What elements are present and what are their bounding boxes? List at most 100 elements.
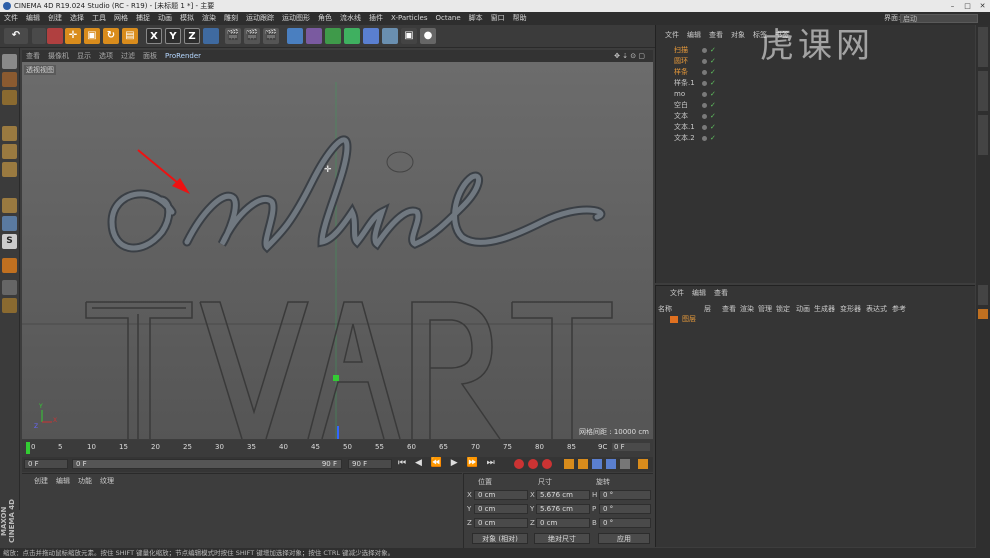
polygons-mode-icon[interactable] [2, 162, 17, 177]
object-name[interactable]: 样条.1 [674, 78, 695, 89]
tweak-mode-icon[interactable] [2, 216, 17, 231]
scale-tool-icon[interactable]: ▣ [84, 28, 100, 44]
keyframe-selection-icon[interactable] [542, 459, 552, 469]
tab-structure[interactable] [978, 115, 988, 155]
vp-menu-options[interactable]: 选项 [95, 50, 117, 62]
subdivision-icon[interactable] [325, 28, 341, 44]
autokey-icon[interactable] [528, 459, 538, 469]
vp-menu-cameras[interactable]: 摄像机 [44, 50, 73, 62]
rotate-tool-icon[interactable]: ↻ [103, 28, 119, 44]
transport-controls[interactable]: ⏮ ◀ ⏪ ▶ ⏩ ⏭ [398, 458, 498, 468]
menu-pipeline[interactable]: 流水线 [336, 12, 365, 25]
object-row[interactable]: mo ✓ [658, 89, 973, 100]
layout-select[interactable]: 启动 [900, 14, 978, 23]
enabled-check-icon[interactable]: ✓ [710, 113, 716, 120]
enabled-check-icon[interactable]: ✓ [710, 80, 716, 87]
menu-simulate[interactable]: 模拟 [176, 12, 198, 25]
z-axis-lock-button[interactable]: Z [184, 28, 200, 44]
key-rotation-icon[interactable] [592, 459, 602, 469]
key-parameter-icon[interactable] [606, 459, 616, 469]
render-view-icon[interactable]: 🎬 [225, 28, 241, 44]
key-pla-icon[interactable] [620, 459, 630, 469]
edges-mode-icon[interactable] [2, 144, 17, 159]
visibility-dot[interactable] [702, 103, 707, 108]
object-row[interactable]: 文本 ✓ [658, 111, 973, 122]
menu-mograph[interactable]: 运动图形 [278, 12, 314, 25]
menu-tools[interactable]: 工具 [88, 12, 110, 25]
make-editable-icon[interactable] [2, 54, 17, 69]
object-name[interactable]: 文本.2 [674, 133, 695, 144]
menu-create[interactable]: 创建 [44, 12, 66, 25]
obj-menu-objects[interactable]: 对象 [727, 25, 749, 45]
layers-icon[interactable] [2, 280, 17, 295]
size-x-field[interactable]: 5.676 cm [536, 490, 590, 500]
live-select-icon[interactable] [47, 28, 63, 44]
floor-icon[interactable] [382, 28, 398, 44]
rot-p-field[interactable]: 0 ° [599, 504, 651, 514]
pos-x-field[interactable]: 0 cm [474, 490, 528, 500]
apply-button[interactable]: 应用 [598, 533, 650, 544]
mat-menu-edit[interactable]: 编辑 [52, 474, 74, 488]
close-button[interactable]: ✕ [975, 0, 990, 12]
visibility-dot[interactable] [702, 81, 707, 86]
object-name[interactable]: 扫描 [674, 45, 688, 56]
object-name[interactable]: 样条 [674, 67, 688, 78]
menu-animate[interactable]: 动画 [154, 12, 176, 25]
pos-z-field[interactable]: 0 cm [474, 518, 528, 528]
coordinate-mode-select[interactable]: 对象 (相对) [472, 533, 528, 544]
snap-icon[interactable]: S [2, 234, 17, 249]
object-name[interactable]: 文本 [674, 111, 688, 122]
frame-range-slider[interactable]: 0 F 90 F [72, 459, 342, 469]
undo-button[interactable]: ↶ [4, 28, 28, 44]
menu-mesh[interactable]: 网格 [110, 12, 132, 25]
mat-menu-function[interactable]: 功能 [74, 474, 96, 488]
layer-menu-file[interactable]: 文件 [666, 286, 688, 300]
menu-xparticles[interactable]: X-Particles [387, 12, 431, 25]
y-axis-lock-button[interactable]: Y [165, 28, 181, 44]
obj-menu-edit[interactable]: 编辑 [683, 25, 705, 45]
enabled-check-icon[interactable]: ✓ [710, 102, 716, 109]
timeline-ruler[interactable]: 0 5 10 15 20 25 30 35 40 45 50 55 60 65 … [22, 440, 653, 457]
enabled-check-icon[interactable]: ✓ [710, 47, 716, 54]
object-name[interactable]: mo [674, 89, 685, 100]
object-row[interactable]: 空白 ✓ [658, 100, 973, 111]
menu-motion-tracking[interactable]: 运动跟踪 [242, 12, 278, 25]
object-row[interactable]: 文本.2 ✓ [658, 133, 973, 144]
layer-color-swatch[interactable] [670, 316, 678, 323]
object-name[interactable]: 圆环 [674, 56, 688, 67]
menu-edit[interactable]: 编辑 [22, 12, 44, 25]
redo-button[interactable] [32, 28, 46, 44]
enabled-check-icon[interactable]: ✓ [710, 58, 716, 65]
visibility-dot[interactable] [702, 48, 707, 53]
visibility-dot[interactable] [702, 70, 707, 75]
rot-h-field[interactable]: 0 ° [599, 490, 651, 500]
layer-name[interactable]: 图层 [682, 314, 696, 325]
layer-menu-edit[interactable]: 编辑 [688, 286, 710, 300]
tab-layers[interactable] [978, 309, 988, 319]
workplane-icon[interactable] [2, 90, 17, 105]
menu-sculpt[interactable]: 雕刻 [220, 12, 242, 25]
visibility-dot[interactable] [702, 59, 707, 64]
points-mode-icon[interactable] [2, 126, 17, 141]
minimize-button[interactable]: – [945, 0, 960, 12]
axis-mode-icon[interactable] [2, 198, 17, 213]
obj-menu-file[interactable]: 文件 [661, 25, 683, 45]
object-row[interactable]: 文本.1 ✓ [658, 122, 973, 133]
tab-attributes[interactable] [978, 285, 988, 305]
viewport-nav-icons[interactable]: ✥ ⇣ ⊙ ▢ [610, 50, 649, 62]
menu-file[interactable]: 文件 [0, 12, 22, 25]
visibility-dot[interactable] [702, 136, 707, 141]
object-name[interactable]: 空白 [674, 100, 688, 111]
enabled-check-icon[interactable]: ✓ [710, 69, 716, 76]
visibility-dot[interactable] [702, 92, 707, 97]
enabled-check-icon[interactable]: ✓ [710, 135, 716, 142]
light-icon[interactable]: ● [420, 28, 436, 44]
render-settings-icon[interactable]: 🎬 [263, 28, 279, 44]
coordinate-system-icon[interactable] [203, 28, 219, 44]
rot-b-field[interactable]: 0 ° [599, 518, 651, 528]
magnet-icon[interactable] [2, 258, 17, 273]
menu-help[interactable]: 帮助 [509, 12, 531, 25]
menu-select[interactable]: 选择 [66, 12, 88, 25]
end-frame-field[interactable]: 90 F [348, 459, 392, 469]
enabled-check-icon[interactable]: ✓ [710, 91, 716, 98]
